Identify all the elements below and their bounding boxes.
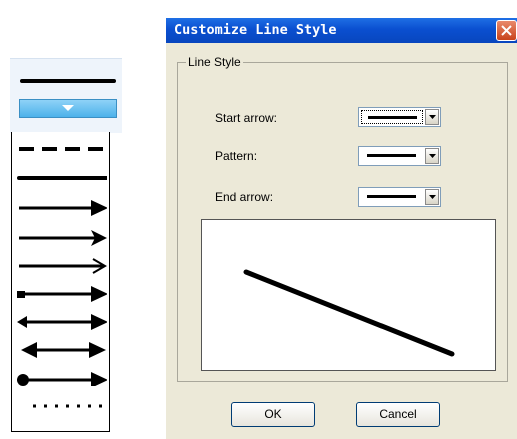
line-option-dotted[interactable] (12, 390, 109, 418)
line-style-group: Line Style Start arrow: Pattern: End arr… (177, 55, 508, 382)
customize-line-style-dialog: Customize Line Style Line Style Start ar… (166, 18, 517, 439)
dialog-title: Customize Line Style (174, 22, 337, 38)
line-style-list (11, 132, 110, 432)
line-option-arrow-dot-start[interactable] (12, 358, 109, 386)
end-arrow-line-preview (367, 195, 416, 198)
pattern-value (361, 149, 423, 163)
line-option-arrow-thin[interactable] (12, 246, 109, 274)
ok-button[interactable]: OK (231, 402, 315, 427)
preview-line (243, 269, 455, 357)
line-option-arrow-square-start[interactable] (12, 274, 109, 302)
start-arrow-dropdown-button[interactable] (425, 109, 439, 125)
start-arrow-select[interactable] (358, 107, 441, 127)
line-option-arrow-filled[interactable] (12, 190, 109, 218)
chevron-down-icon (429, 115, 436, 119)
line-style-current[interactable] (10, 58, 122, 133)
chevron-down-icon (62, 105, 74, 111)
start-arrow-label: Start arrow: (215, 111, 278, 125)
pattern-line-preview (367, 154, 416, 157)
line-preview-area (201, 219, 496, 371)
line-option-solid[interactable] (12, 162, 109, 190)
line-option-arrow-open[interactable] (12, 218, 109, 246)
end-arrow-select[interactable] (358, 187, 441, 207)
current-line-preview (20, 79, 116, 83)
pattern-select[interactable] (358, 146, 441, 166)
preview-line-svg (243, 269, 455, 357)
line-option-arrow-tail-arrow[interactable] (12, 302, 109, 330)
group-label: Line Style (186, 55, 243, 69)
pattern-label: Pattern: (215, 149, 258, 163)
line-option-double-arrow[interactable] (12, 330, 109, 358)
start-arrow-value (361, 110, 423, 124)
cancel-button[interactable]: Cancel (356, 402, 440, 427)
line-style-dropdown-button[interactable] (19, 99, 117, 118)
start-arrow-line-preview (368, 116, 417, 119)
end-arrow-label: End arrow: (215, 190, 274, 204)
end-arrow-value (361, 190, 423, 204)
end-arrow-dropdown-button[interactable] (425, 189, 439, 205)
pattern-dropdown-button[interactable] (425, 148, 439, 164)
chevron-down-icon (429, 195, 436, 199)
chevron-down-icon (429, 154, 436, 158)
line-option-dashed[interactable] (12, 134, 109, 162)
close-icon (501, 25, 512, 36)
dialog-titlebar[interactable]: Customize Line Style (166, 18, 517, 43)
close-button[interactable] (496, 20, 517, 41)
